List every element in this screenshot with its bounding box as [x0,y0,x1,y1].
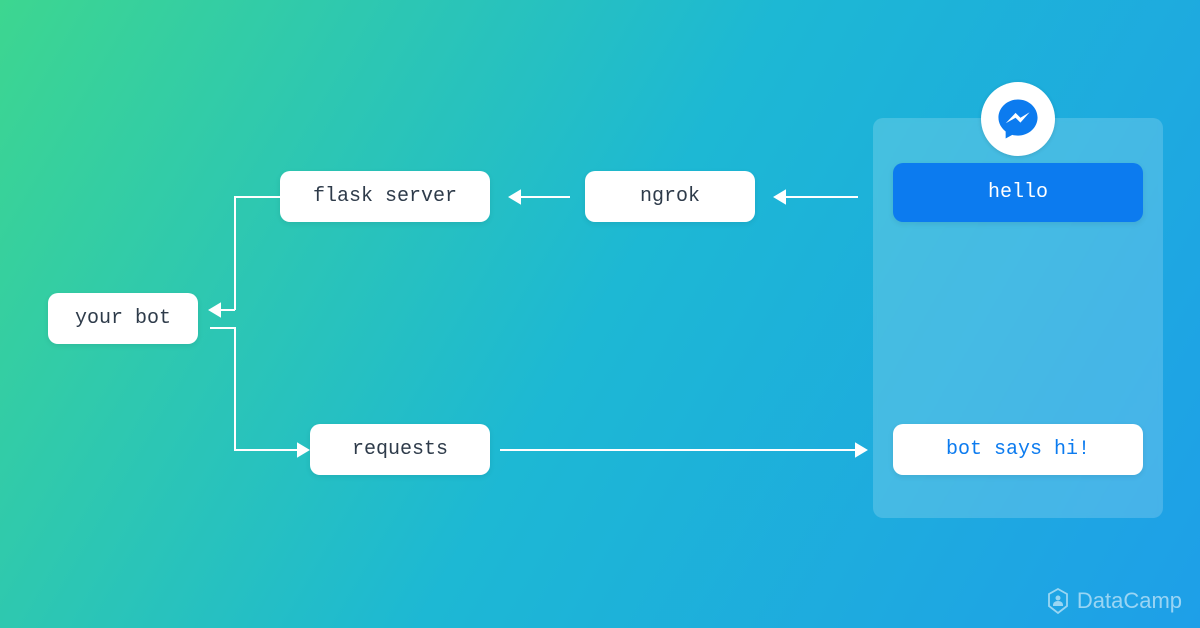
flow-arrows [0,0,1200,628]
watermark-text: DataCamp [1077,588,1182,614]
watermark-logo: DataCamp [1047,588,1182,614]
